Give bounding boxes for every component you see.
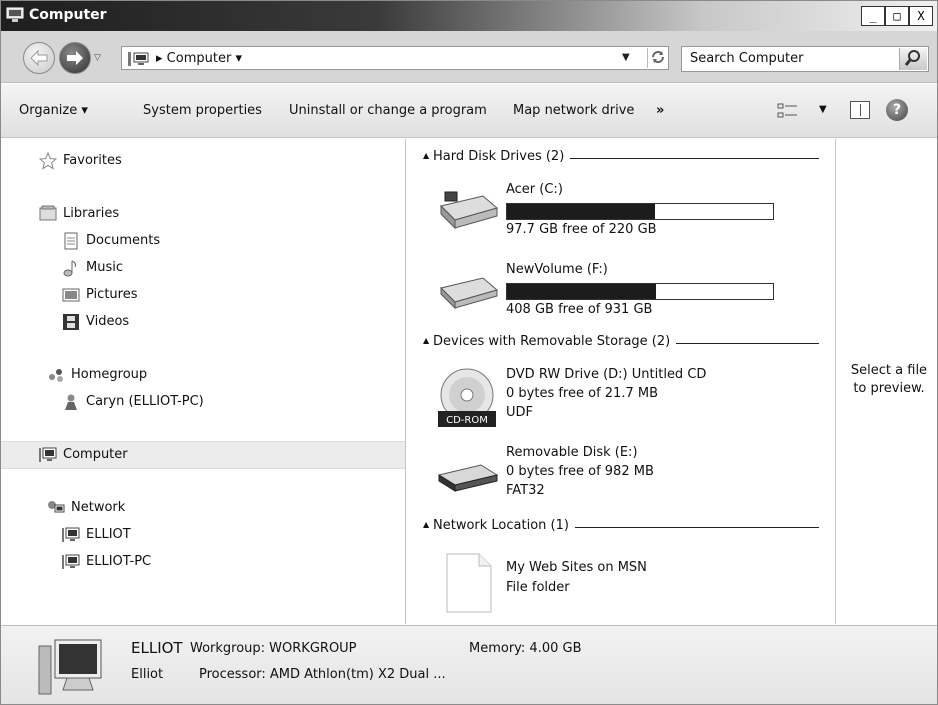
computer-icon: [62, 527, 80, 542]
user-icon: [65, 394, 77, 410]
map-network-drive-button[interactable]: Map network drive: [513, 103, 634, 118]
minimize-button[interactable]: _: [861, 6, 885, 26]
removable-disk-icon: [437, 464, 499, 492]
drive-e[interactable]: Removable Disk (E:) 0 bytes free of 982 …: [435, 445, 815, 515]
group-header-removable[interactable]: ▲ Devices with Removable Storage (2): [423, 334, 825, 352]
film-icon: [63, 314, 79, 330]
refresh-icon: [652, 51, 664, 63]
hard-drive-icon: [440, 191, 499, 230]
group-header-hard-disks[interactable]: ▲ Hard Disk Drives (2): [423, 149, 825, 167]
drive-c[interactable]: Acer (C:) 97.7 GB free of 220 GB: [435, 182, 815, 252]
organize-menu[interactable]: Organize ▾: [19, 103, 88, 118]
capacity-fill-c: [507, 204, 655, 219]
maximize-button[interactable]: □: [885, 6, 909, 26]
details-pane: ELLIOT Workgroup: WORKGROUP Memory: 4.00…: [1, 625, 937, 704]
uninstall-program-button[interactable]: Uninstall or change a program: [289, 103, 487, 118]
forward-arrow-icon: [67, 51, 83, 65]
breadcrumb-computer[interactable]: Computer: [167, 51, 232, 66]
workgroup-value: Workgroup: WORKGROUP: [190, 641, 357, 656]
forward-button[interactable]: [59, 42, 91, 74]
network-icon: [48, 501, 65, 513]
document-icon: [64, 232, 78, 250]
computer-name: ELLIOT: [131, 639, 183, 657]
processor-value: Processor: AMD Athlon(tm) X2 Dual ...: [199, 667, 446, 682]
search-button[interactable]: [899, 48, 927, 70]
hard-drive-icon: [440, 277, 499, 310]
capacity-bar-c: [506, 203, 774, 220]
capacity-fill-f: [507, 284, 657, 299]
back-button[interactable]: [23, 42, 55, 74]
memory-value: Memory: 4.00 GB: [469, 641, 582, 656]
nav-computer-selected: [1, 441, 405, 469]
group-header-network-location[interactable]: ▲ Network Location (1): [423, 518, 825, 536]
star-icon: [39, 152, 57, 170]
user-name: Elliot: [131, 667, 164, 682]
address-bar[interactable]: ▸ Computer ▾ ▼: [121, 46, 669, 70]
change-view-icon[interactable]: [777, 103, 799, 119]
computer-icon: [128, 52, 149, 66]
collapse-triangle-icon[interactable]: ▲: [423, 151, 429, 160]
cd-rom-label: CD-ROM: [446, 415, 488, 426]
address-dropdown[interactable]: ▼: [622, 52, 630, 63]
content-pane: ▲ Hard Disk Drives (2) Acer (C:) 97.7 GB…: [407, 139, 835, 624]
search-box[interactable]: Search Computer: [681, 46, 929, 72]
computer-icon: [39, 447, 57, 462]
system-properties-button[interactable]: System properties: [143, 103, 262, 118]
recent-pages-dropdown[interactable]: ▽: [94, 53, 101, 63]
window-title: Computer: [29, 7, 107, 23]
computer-icon: [6, 7, 24, 22]
collapse-triangle-icon[interactable]: ▲: [423, 520, 429, 529]
cd-rom-icon: CD-ROM: [438, 368, 496, 427]
file-folder-icon: [446, 553, 492, 613]
refresh-button[interactable]: [647, 48, 669, 68]
search-icon: [904, 50, 920, 66]
collapse-triangle-icon[interactable]: ▲: [423, 336, 429, 345]
address-row: ▽ ▸ Computer ▾ ▼ Search Computer: [1, 31, 937, 83]
explorer-window: Computer _ □ X ▽ ▸ Computer ▾ ▼ Search C…: [0, 0, 938, 705]
capacity-bar-f: [506, 283, 774, 300]
command-bar: Organize ▾ System properties Uninstall o…: [1, 84, 937, 138]
computer-icon: [62, 554, 80, 569]
drive-f[interactable]: NewVolume (F:) 408 GB free of 931 GB: [435, 262, 815, 332]
computer-icon: [38, 639, 102, 695]
drive-d[interactable]: CD-ROM DVD RW Drive (D:) Untitled CD 0 b…: [435, 367, 815, 437]
library-icon: [39, 205, 57, 221]
preview-message: Select a file to preview.: [850, 363, 928, 396]
navigation-pane: Favorites Libraries Documents Music Pict…: [1, 139, 406, 624]
picture-icon: [62, 288, 80, 302]
network-location-msn[interactable]: My Web Sites on MSN File folder: [435, 552, 815, 622]
view-options-dropdown[interactable]: ▼: [819, 104, 827, 115]
search-input[interactable]: Search Computer: [690, 51, 803, 66]
close-button[interactable]: X: [909, 6, 933, 26]
title-bar[interactable]: Computer _ □ X: [1, 1, 937, 31]
music-note-icon: [63, 260, 77, 277]
help-button[interactable]: ?: [886, 99, 908, 121]
back-arrow-icon: [30, 49, 48, 67]
homegroup-icon: [49, 369, 63, 382]
more-commands-button[interactable]: »: [656, 103, 664, 118]
preview-pane-button[interactable]: [850, 101, 870, 119]
preview-pane: Select a file to preview.: [835, 139, 937, 624]
